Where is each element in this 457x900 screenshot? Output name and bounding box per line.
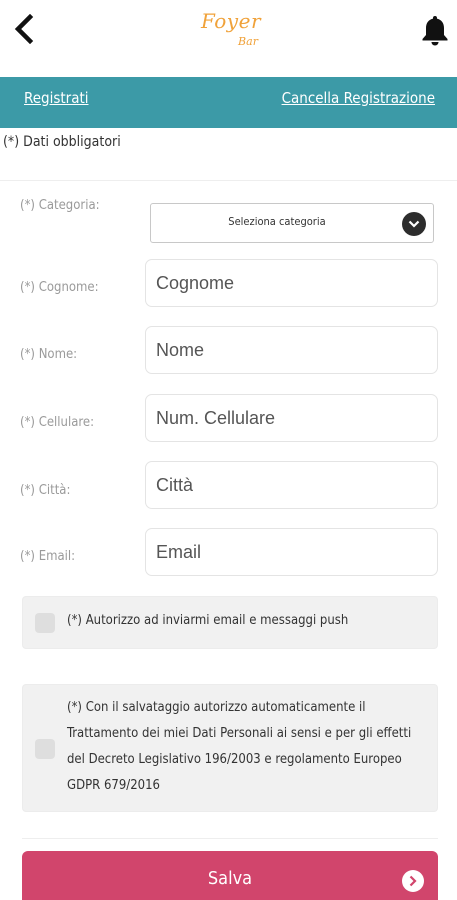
name-input[interactable] bbox=[145, 326, 438, 374]
surname-input[interactable] bbox=[145, 259, 438, 307]
surname-label: (*) Cognome: bbox=[20, 280, 99, 295]
register-link[interactable]: Registrati bbox=[24, 89, 89, 107]
city-label: (*) Città: bbox=[20, 483, 71, 498]
logo-text-sub: Bar bbox=[238, 35, 258, 48]
save-button-label: Salva bbox=[207, 868, 253, 889]
email-label: (*) Email: bbox=[20, 549, 76, 564]
divider bbox=[22, 838, 438, 839]
push-consent-text: (*) Autorizzo ad inviarmi email e messag… bbox=[67, 613, 349, 628]
email-input[interactable] bbox=[145, 528, 438, 576]
city-input[interactable] bbox=[145, 461, 438, 509]
required-fields-note: (*) Dati obbligatori bbox=[3, 134, 121, 150]
name-label: (*) Nome: bbox=[20, 347, 78, 362]
save-button[interactable]: Salva bbox=[22, 851, 438, 900]
registration-nav: Registrati Cancella Registrazione bbox=[0, 77, 457, 128]
cancel-registration-link[interactable]: Cancella Registrazione bbox=[282, 89, 435, 107]
notifications-button[interactable] bbox=[418, 10, 452, 50]
phone-input[interactable] bbox=[145, 394, 438, 442]
category-select[interactable]: Seleziona categoria bbox=[150, 203, 434, 243]
push-consent-checkbox[interactable] bbox=[35, 613, 55, 633]
bell-icon bbox=[422, 16, 448, 46]
privacy-consent-text: (*) Con il salvataggio autorizzo automat… bbox=[67, 700, 412, 793]
app-logo: Foyer Bar bbox=[196, 6, 266, 62]
back-button[interactable] bbox=[8, 10, 40, 48]
chevron-down-icon bbox=[402, 212, 426, 236]
category-label: (*) Categoria: bbox=[20, 198, 100, 213]
chevron-left-icon bbox=[14, 14, 34, 44]
privacy-consent-box: (*) Con il salvataggio autorizzo automat… bbox=[22, 684, 438, 812]
category-selected-value: Seleziona categoria bbox=[228, 215, 326, 228]
privacy-consent-checkbox[interactable] bbox=[35, 739, 55, 759]
chevron-right-icon bbox=[402, 870, 424, 892]
phone-label: (*) Cellulare: bbox=[20, 415, 95, 430]
logo-text-main: Foyer bbox=[200, 9, 262, 33]
push-consent-box: (*) Autorizzo ad inviarmi email e messag… bbox=[22, 596, 438, 649]
top-app-bar: Foyer Bar bbox=[0, 0, 457, 77]
